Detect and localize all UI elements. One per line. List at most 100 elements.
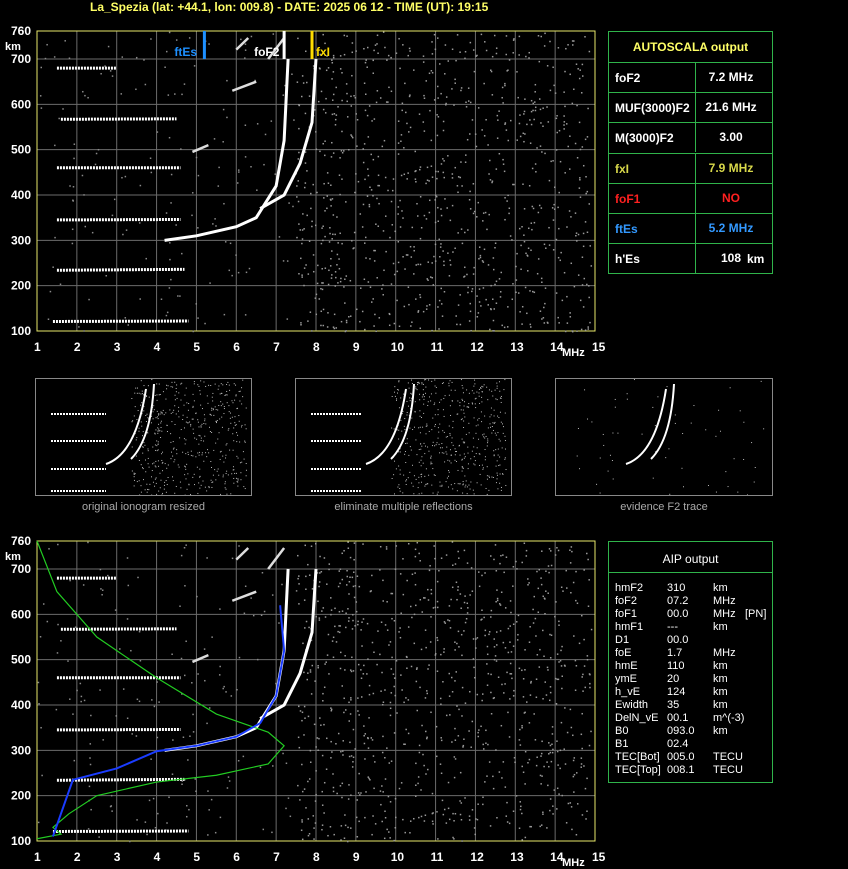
noise-dot	[83, 194, 85, 196]
x-tick-label: 12	[470, 340, 484, 354]
noise-dot	[352, 756, 355, 759]
thumb-noise	[167, 464, 169, 466]
noise-dot	[488, 631, 491, 633]
thumb-noise	[242, 396, 244, 398]
thumb-noise	[231, 416, 233, 418]
noise-dot	[476, 637, 479, 639]
noise-dot	[549, 751, 552, 754]
thumb-noise	[461, 398, 463, 400]
noise-dot	[345, 201, 347, 203]
noise-dot	[556, 653, 559, 655]
noise-dot	[371, 739, 374, 741]
noise-dot	[382, 701, 385, 703]
thumb-noise	[220, 450, 222, 452]
noise-dot	[130, 649, 132, 652]
noise-dot	[208, 809, 210, 811]
thumb-noise	[217, 388, 219, 390]
thumb-noise	[431, 484, 433, 486]
noise-dot	[334, 233, 336, 236]
y-tick-label: 200	[11, 279, 31, 293]
noise-dot	[583, 277, 586, 280]
x-tick-label: 13	[510, 340, 524, 354]
aip-cell: MHz	[713, 608, 736, 620]
noise-dot	[587, 558, 589, 561]
noise-dot	[443, 808, 446, 811]
noise-dot	[569, 316, 572, 318]
noise-dot	[298, 273, 300, 275]
thumb-noise	[471, 402, 473, 404]
x-tick-label: 1	[34, 850, 41, 864]
thumb-noise	[496, 382, 498, 384]
thumb-noise	[140, 380, 142, 382]
thumb-noise	[475, 453, 477, 455]
noise-dot	[272, 765, 274, 767]
x-tick-label: 12	[470, 850, 484, 864]
thumb-noise	[190, 493, 192, 495]
thumb-noise	[492, 422, 494, 424]
noise-dot	[408, 95, 411, 98]
noise-dot	[427, 768, 429, 771]
thumb-noise	[172, 411, 174, 413]
noise-dot	[407, 699, 410, 701]
thumb-noise	[754, 467, 756, 468]
noise-dot	[393, 619, 396, 622]
noise-dot	[346, 92, 348, 95]
noise-dot	[454, 78, 456, 81]
noise-dot	[524, 649, 526, 651]
noise-dot	[518, 739, 521, 741]
noise-dot	[301, 274, 303, 276]
noise-dot	[351, 628, 354, 630]
noise-dot	[480, 725, 482, 728]
noise-dot	[543, 306, 545, 309]
thumb-noise	[421, 416, 423, 418]
noise-dot	[550, 760, 553, 763]
thumb-noise	[426, 483, 428, 485]
noise-dot	[504, 122, 507, 124]
thumb-noise	[145, 415, 147, 417]
thumb-noise	[414, 401, 416, 403]
thumb-noise	[235, 477, 237, 479]
thumb-noise	[482, 386, 484, 388]
thumb-noise	[427, 405, 429, 407]
noise-dot	[229, 242, 232, 245]
noise-dot	[379, 545, 382, 548]
thumb-noise	[171, 421, 173, 423]
thumb-noise	[421, 383, 423, 385]
noise-dot	[335, 327, 338, 329]
noise-dot	[97, 148, 100, 151]
noise-dot	[575, 665, 578, 667]
thumb-noise	[746, 494, 748, 496]
noise-dot	[428, 211, 431, 214]
noise-dot	[475, 818, 477, 820]
noise-dot	[500, 724, 503, 727]
noise-dot	[545, 570, 547, 572]
noise-dot	[282, 752, 284, 755]
thumb-noise	[438, 431, 440, 433]
x-tick-label: 5	[193, 340, 200, 354]
noise-dot	[218, 166, 220, 169]
noise-dot	[367, 136, 370, 138]
noise-dot	[454, 563, 457, 565]
thumb-noise	[201, 452, 203, 454]
thumb-noise	[477, 424, 479, 426]
thumb-noise	[166, 424, 168, 426]
thumb-noise	[599, 492, 601, 494]
noise-dot	[475, 647, 477, 649]
thumb-noise	[234, 399, 236, 401]
thumb-noise	[237, 434, 239, 436]
noise-dot	[111, 214, 114, 217]
thumb-noise	[437, 414, 439, 416]
noise-dot	[407, 172, 409, 174]
noise-dot	[501, 86, 504, 89]
noise-dot	[302, 82, 305, 84]
thumb-noise	[409, 397, 411, 399]
noise-dot	[335, 276, 337, 279]
noise-dot	[391, 189, 394, 192]
thumb-noise	[462, 492, 464, 494]
thumb-noise	[481, 401, 483, 403]
noise-dot	[322, 142, 324, 145]
thumb-noise	[421, 382, 423, 384]
noise-dot	[479, 254, 482, 257]
noise-dot	[569, 73, 571, 76]
noise-dot	[341, 796, 343, 799]
